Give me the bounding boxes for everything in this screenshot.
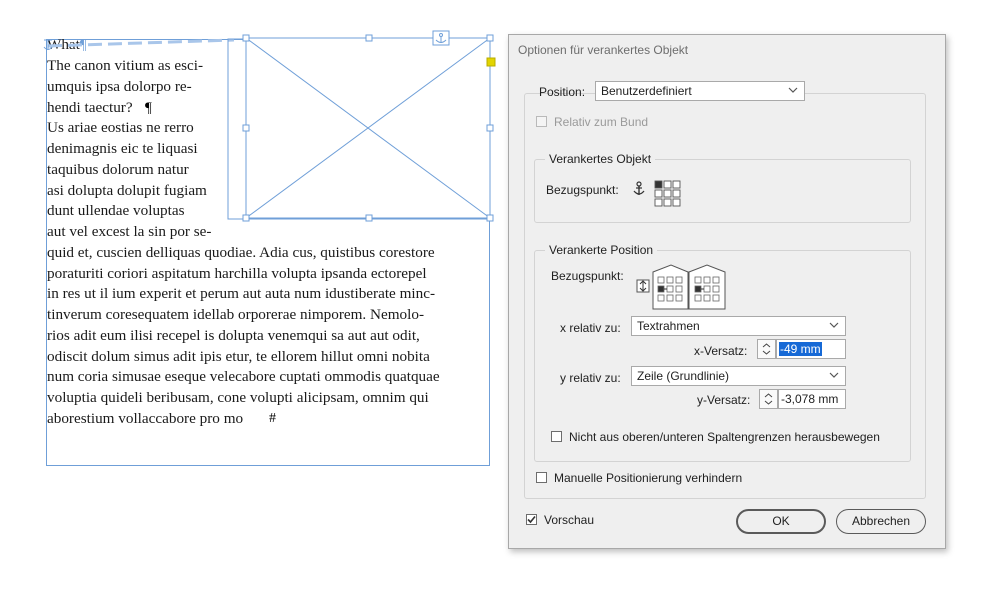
chevron-down-icon	[829, 322, 839, 328]
handle-top-center	[365, 34, 373, 42]
x-relative-value: Textrahmen	[637, 319, 700, 333]
checkmark-icon	[527, 515, 536, 524]
handle-bottom-right	[486, 214, 494, 222]
y-relative-label: y relativ zu:	[560, 371, 621, 385]
handle-bottom-center	[365, 214, 373, 222]
text-line: poraturiti coriori aspitatum harchilla v…	[47, 264, 427, 282]
chevron-down-icon	[788, 87, 798, 93]
chevron-down-icon	[829, 372, 839, 378]
y-relative-select[interactable]: Zeile (Grundlinie)	[631, 366, 846, 386]
handle-middle-right	[486, 124, 494, 132]
end-of-story-mark: #	[269, 410, 276, 426]
text-line: The canon vitium as esci-	[47, 57, 204, 74]
text-line: dunt ullendae voluptas	[47, 202, 185, 220]
handle-middle-left	[242, 124, 250, 132]
stepper-arrows-icon	[764, 393, 773, 405]
x-offset-input[interactable]: -49 mm	[776, 339, 846, 359]
cancel-button[interactable]: Abbrechen	[836, 509, 926, 534]
handle-top-left	[242, 34, 250, 42]
keep-within-column-checkbox[interactable]	[551, 431, 562, 442]
prevent-manual-positioning-label: Manuelle Positionierung verhindern	[554, 471, 743, 485]
x-offset-stepper[interactable]	[757, 339, 776, 359]
text-line: hendi taectur?	[47, 98, 133, 116]
preview-label: Vorschau	[544, 513, 595, 527]
relative-bund-label: Relativ zum Bund	[554, 115, 649, 129]
anchor-icon	[633, 181, 645, 195]
pages-spread-toggle-icon[interactable]	[636, 279, 650, 293]
text-line: taquibus dolorum natur	[47, 160, 189, 178]
handle-bottom-left	[242, 214, 250, 222]
prevent-manual-positioning-checkbox[interactable]	[536, 472, 547, 483]
y-offset-value: -3,078 mm	[781, 392, 839, 406]
refpoint-grid-position-icon[interactable]	[652, 264, 726, 310]
anchored-object-refpoint-label: Bezugspunkt:	[546, 183, 619, 197]
y-relative-value: Zeile (Grundlinie)	[637, 369, 730, 383]
refpoint-grid-object-icon[interactable]	[654, 180, 681, 207]
y-offset-input[interactable]: -3,078 mm	[778, 389, 846, 409]
text-line: num coria simusae eseque velecabore cupt…	[47, 368, 440, 386]
pilcrow-mark: ¶	[145, 98, 152, 116]
text-line: rios adit eum ilisi recepel is dolupta v…	[47, 326, 420, 344]
text-line: asi dolupta dolupit fugiam	[47, 181, 207, 199]
preview-checkbox[interactable]	[526, 514, 537, 525]
anchored-object-options-dialog: Optionen für verankertes Objekt Position…	[508, 34, 946, 549]
text-line: voluptia quideli beribusam, cone volupti…	[47, 389, 429, 406]
x-relative-select[interactable]: Textrahmen	[631, 316, 846, 336]
position-label: Position:	[539, 85, 586, 99]
keep-within-column-label: Nicht aus oberen/unteren Spaltengrenzen …	[569, 430, 880, 444]
text-line: in res ut il ium experit et perum aut au…	[47, 285, 436, 303]
content-grabber-handle[interactable]	[486, 57, 496, 67]
text-line: odiscit dolum simus adit ipis etur, te e…	[47, 347, 430, 365]
position-select-value: Benutzerdefiniert	[601, 84, 692, 98]
text-line: denimagnis eic te liquasi	[47, 140, 198, 157]
anchored-position-refpoint-label: Bezugspunkt:	[551, 269, 624, 283]
anchored-object-title: Verankertes Objekt	[545, 152, 656, 166]
anchored-position-title: Verankerte Position	[545, 243, 658, 257]
x-offset-value: -49 mm	[779, 342, 822, 356]
text-line: aut vel excest la sin por se-	[47, 223, 212, 240]
text-line: Us ariae eostias ne rerro	[47, 119, 194, 137]
dialog-title: Optionen für verankertes Objekt	[518, 43, 689, 57]
position-select[interactable]: Benutzerdefiniert	[595, 81, 805, 101]
x-relative-label: x relativ zu:	[560, 321, 621, 335]
x-offset-label: x-Versatz:	[694, 344, 748, 358]
image-placeholder-frame[interactable]	[245, 37, 491, 219]
anchor-icon[interactable]	[432, 30, 450, 46]
y-offset-stepper[interactable]	[759, 389, 778, 409]
text-line: tinverum coresequatem idellab orporerae …	[47, 306, 425, 323]
y-offset-label: y-Versatz:	[697, 393, 751, 407]
handle-top-right	[486, 34, 494, 42]
ok-button[interactable]: OK	[736, 509, 826, 534]
relative-bund-checkbox[interactable]	[536, 116, 547, 127]
text-line: quid et, cuscien delliquas quodiae. Adia…	[47, 243, 435, 261]
stepper-arrows-icon	[762, 343, 771, 355]
text-line: umquis ipsa dolorpo re-	[47, 77, 192, 95]
